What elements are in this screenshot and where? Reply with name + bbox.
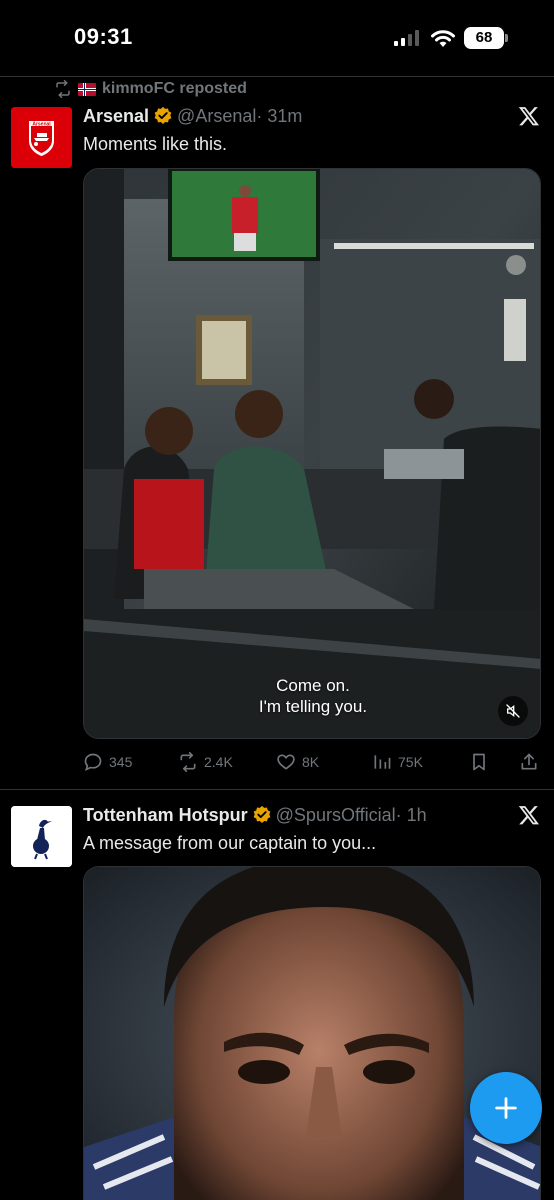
battery-indicator: 68: [464, 27, 504, 49]
view-count: 75K: [398, 754, 423, 770]
tweet-header[interactable]: Arsenal @Arsenal · 31m: [83, 103, 302, 129]
tweet-text: A message from our captain to you...: [83, 833, 377, 853]
plus-icon: [495, 1097, 517, 1119]
verified-badge-icon: [154, 106, 172, 124]
repost-indicator[interactable]: kimmoFC reposted: [54, 79, 247, 99]
spurs-crest-icon: [11, 806, 72, 867]
video-caption: Come on. I'm telling you.: [84, 675, 540, 717]
tweet-video[interactable]: Come on. I'm telling you.: [83, 168, 541, 739]
bookmark-icon: [473, 753, 485, 771]
tweet-header[interactable]: Tottenham Hotspur @SpursOfficial · 1h: [83, 802, 427, 828]
mute-button[interactable]: [498, 696, 528, 726]
cellular-signal-icon: [394, 30, 419, 46]
x-logo-icon[interactable]: [518, 804, 540, 826]
repost-label: kimmoFC reposted: [102, 80, 247, 97]
arsenal-crest-icon: Arsenal: [11, 107, 72, 168]
repost-icon: [56, 80, 70, 98]
views-icon: [374, 755, 391, 769]
spurs-avatar[interactable]: [11, 806, 72, 867]
status-bar: 09:31 68: [0, 0, 554, 76]
views-button[interactable]: 75K: [372, 749, 423, 775]
muted-speaker-icon: [506, 704, 520, 718]
share-icon: [521, 753, 537, 770]
status-time: 09:31: [74, 24, 133, 49]
repost-icon: [180, 752, 196, 772]
video-frame: [84, 867, 540, 1200]
caption-line-2: I'm telling you.: [258, 697, 368, 716]
reply-count: 345: [109, 754, 133, 770]
tweet-divider: [0, 789, 554, 790]
author-name[interactable]: Arsenal: [83, 106, 149, 127]
reply-icon: [84, 753, 102, 772]
like-button[interactable]: 8K: [276, 749, 319, 775]
tweet-actions: 345 2.4K 8K 75K: [83, 749, 543, 775]
repost-button[interactable]: 2.4K: [178, 749, 233, 775]
norway-flag-icon: [78, 82, 96, 96]
bookmark-button[interactable]: [469, 749, 489, 775]
arsenal-crest-wordmark: Arsenal: [32, 122, 51, 128]
share-button[interactable]: [519, 749, 539, 775]
author-handle[interactable]: @SpursOfficial: [276, 805, 396, 826]
compose-button[interactable]: [470, 1072, 542, 1144]
repost-count: 2.4K: [204, 754, 233, 770]
top-divider: [0, 76, 554, 77]
battery-tip: [505, 34, 508, 42]
tweet-timestamp[interactable]: · 31m: [256, 106, 302, 127]
like-count: 8K: [302, 754, 320, 770]
reply-button[interactable]: 345: [83, 749, 132, 775]
tweet-timestamp[interactable]: · 1h: [396, 805, 427, 826]
video-frame: [84, 169, 540, 738]
caption-line-1: Come on.: [276, 676, 350, 695]
tweet-text: Moments like this.: [83, 134, 228, 154]
arsenal-avatar[interactable]: Arsenal: [11, 107, 72, 168]
author-handle[interactable]: @Arsenal: [177, 106, 256, 127]
verified-badge-icon: [253, 805, 270, 823]
heart-icon: [277, 754, 295, 770]
tweet-video[interactable]: [83, 866, 541, 1200]
author-name[interactable]: Tottenham Hotspur: [83, 805, 248, 826]
x-logo-icon[interactable]: [518, 105, 540, 127]
wifi-icon: [431, 30, 455, 47]
